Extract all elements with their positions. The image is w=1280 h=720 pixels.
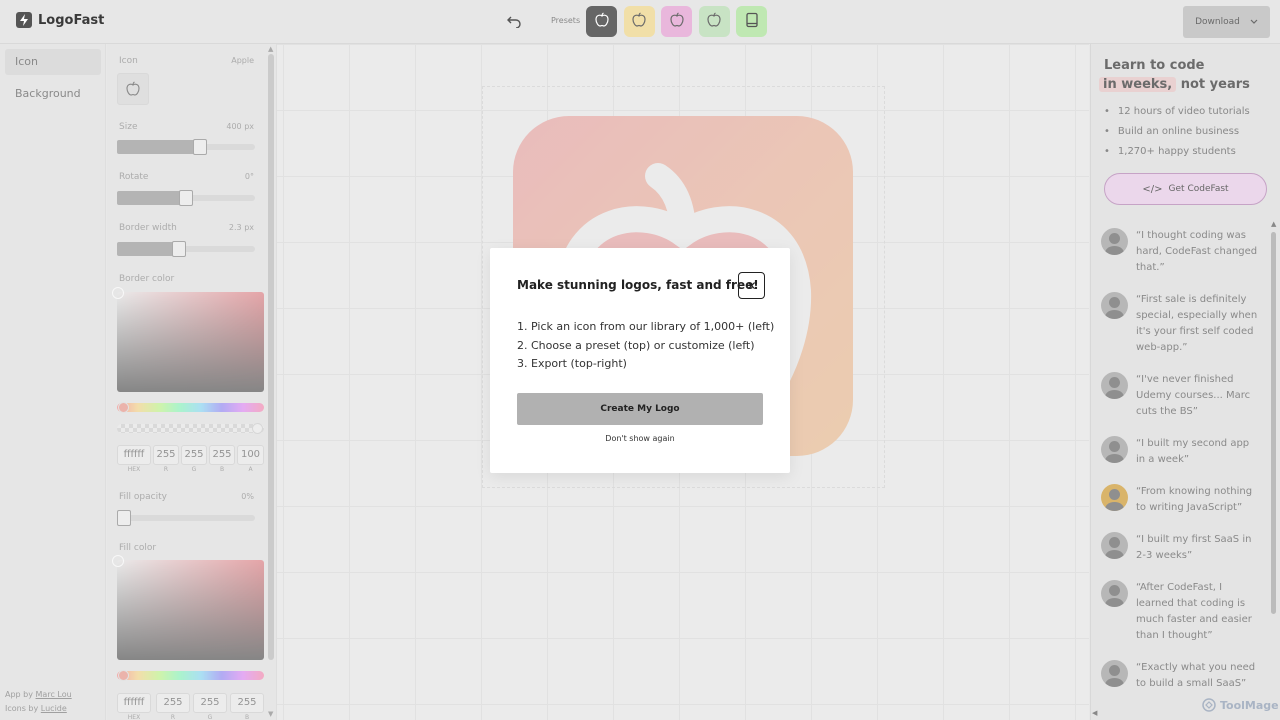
avatar <box>1101 532 1128 559</box>
promo-highlight: in weeks, <box>1099 77 1177 92</box>
testimonial-quote: “I built my first SaaS in 2-3 weeks” <box>1136 534 1252 561</box>
promo-bullet: 12 hours of video tutorials <box>1104 106 1250 117</box>
get-codefast-label: Get CodeFast <box>1168 184 1229 194</box>
testimonial-quote: “Exactly what you need to build a small … <box>1136 662 1256 689</box>
code-icon: </> <box>1142 183 1163 195</box>
dont-show-again-link[interactable]: Don't show again <box>490 434 790 443</box>
avatar <box>1101 660 1128 687</box>
testimonial-quote: “I've never finished Udemy courses... Ma… <box>1136 374 1251 417</box>
avatar <box>1101 228 1128 255</box>
promo-sidebar: Learn to code in weeks, not years 12 hou… <box>1090 44 1280 720</box>
promo-headline-2: in weeks, not years <box>1099 77 1250 92</box>
sidebar-scroll-left-icon[interactable]: ◀ <box>1092 709 1097 717</box>
modal-title: Make stunning logos, fast and free! <box>517 278 759 292</box>
testimonial: “I built my first SaaS in 2-3 weeks” <box>1101 532 1261 564</box>
testimonial-quote: “I thought coding was hard, CodeFast cha… <box>1136 230 1258 273</box>
lightning-logo-icon <box>16 12 32 28</box>
preset-pink[interactable] <box>661 6 692 37</box>
testimonial-quote: “I built my second app in a week” <box>1136 438 1250 465</box>
testimonial: “I built my second app in a week” <box>1101 436 1261 468</box>
promo-headline-rest: not years <box>1180 77 1250 92</box>
welcome-modal: Make stunning logos, fast and free! ✕ 1.… <box>490 248 790 473</box>
promo-bullet: 1,270+ happy students <box>1104 146 1236 157</box>
sidebar-scrollbar[interactable] <box>1271 232 1276 614</box>
avatar <box>1101 580 1128 607</box>
avatar <box>1101 372 1128 399</box>
apple-icon <box>631 12 647 31</box>
testimonial: “I've never finished Udemy courses... Ma… <box>1101 372 1261 420</box>
modal-step: 1. Pick an icon from our library of 1,00… <box>517 320 775 333</box>
book-icon <box>745 12 759 31</box>
preset-dark[interactable] <box>586 6 617 37</box>
get-codefast-button[interactable]: </> Get CodeFast <box>1104 173 1267 205</box>
toolmage-watermark: ToolMage <box>1202 698 1279 712</box>
app-name: LogoFast <box>38 12 105 28</box>
testimonial: “I thought coding was hard, CodeFast cha… <box>1101 228 1261 276</box>
brand[interactable]: LogoFast <box>16 12 104 28</box>
modal-step: 3. Export (top-right) <box>517 357 627 370</box>
promo-bullet: Build an online business <box>1104 126 1239 137</box>
preset-yellow[interactable] <box>623 6 655 37</box>
preset-green[interactable] <box>698 6 730 37</box>
avatar <box>1101 292 1128 319</box>
promo-headline-1: Learn to code <box>1104 58 1205 73</box>
testimonial: “After CodeFast, I learned that coding i… <box>1101 580 1261 644</box>
download-button[interactable]: Download <box>1183 6 1270 38</box>
testimonial: “Exactly what you need to build a small … <box>1101 660 1261 692</box>
avatar <box>1101 436 1128 463</box>
apple-icon <box>706 12 722 31</box>
watermark-text: ToolMage <box>1220 698 1279 712</box>
create-logo-button[interactable]: Create My Logo <box>517 393 763 425</box>
testimonial-quote: “From knowing nothing to writing JavaScr… <box>1136 486 1253 513</box>
sidebar-scroll-up-icon[interactable]: ▲ <box>1271 220 1276 228</box>
testimonial-quote: “After CodeFast, I learned that coding i… <box>1136 582 1252 641</box>
modal-step: 2. Choose a preset (top) or customize (l… <box>517 338 755 352</box>
testimonial: “First sale is definitely special, espec… <box>1101 292 1261 356</box>
preset-green-book[interactable] <box>736 6 767 37</box>
chevron-down-icon <box>1250 19 1258 24</box>
download-label: Download <box>1195 17 1240 27</box>
close-icon[interactable]: ✕ <box>738 272 765 299</box>
toolmage-logo-icon <box>1202 698 1216 712</box>
modal-steps: 1. Pick an icon from our library of 1,00… <box>517 318 774 374</box>
undo-icon[interactable] <box>503 11 525 33</box>
top-bar: LogoFast Presets Download <box>0 0 1280 44</box>
presets-label: Presets <box>551 16 581 25</box>
apple-icon <box>669 12 685 31</box>
avatar <box>1101 484 1128 511</box>
apple-icon <box>594 12 610 31</box>
testimonial-quote: “First sale is definitely special, espec… <box>1136 294 1258 353</box>
testimonial: “From knowing nothing to writing JavaScr… <box>1101 484 1261 516</box>
